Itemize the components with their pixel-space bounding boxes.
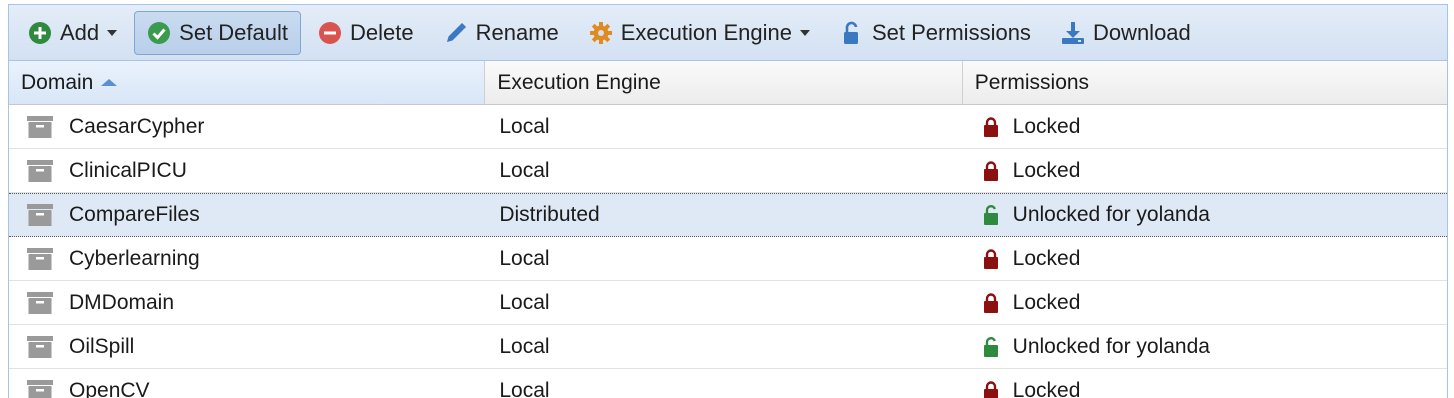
table-row[interactable]: OilSpill Local Unlocked for yolanda (9, 325, 1447, 369)
set-default-button-label: Set Default (179, 19, 288, 45)
domain-cell: OpenCV (9, 369, 485, 398)
unlock-icon (983, 336, 999, 357)
chevron-down-icon (799, 29, 810, 36)
domain-cell: DMDomain (9, 281, 485, 324)
execution-engine-cell: Local (485, 369, 962, 398)
table-row[interactable]: CaesarCypher Local Locked (9, 105, 1447, 149)
permissions-cell: Locked (963, 281, 1447, 324)
set-permissions-button-label: Set Permissions (871, 19, 1031, 45)
archive-box-icon (27, 247, 53, 270)
execution-engine-cell: Local (485, 281, 962, 324)
table-row[interactable]: OpenCV Local Locked (9, 369, 1447, 398)
archive-box-icon (27, 204, 53, 226)
domain-cell: ClinicalPICU (9, 149, 485, 192)
sort-ascending-icon (101, 79, 118, 86)
domain-cell: CompareFiles (9, 194, 485, 236)
download-button-label: Download (1092, 19, 1191, 45)
column-header-domain-label: Domain (21, 70, 94, 94)
column-header-domain[interactable]: Domain (9, 61, 486, 104)
permissions-cell: Locked (963, 237, 1447, 280)
rename-button-label: Rename (475, 19, 559, 45)
column-header-execution-engine[interactable]: Execution Engine (485, 61, 963, 104)
execution-engine-value: Local (499, 114, 550, 138)
download-button[interactable]: Download (1048, 11, 1204, 55)
permission-status: Locked (1012, 290, 1081, 314)
permission-status: Unlocked for yolanda (1012, 203, 1210, 226)
check-circle-icon (147, 21, 171, 45)
execution-engine-cell: Local (485, 149, 962, 192)
lock-icon (983, 380, 999, 398)
table-row[interactable]: DMDomain Local Locked (9, 281, 1447, 325)
execution-engine-cell: Distributed (485, 194, 962, 236)
domain-name: OpenCV (69, 378, 150, 398)
domain-cell: Cyberlearning (9, 237, 485, 280)
domain-cell: CaesarCypher (9, 105, 485, 148)
domain-name: DMDomain (69, 290, 175, 314)
unlock-icon (840, 21, 864, 45)
table-row[interactable]: ClinicalPICU Local Locked (9, 149, 1447, 193)
permission-status: Locked (1012, 246, 1081, 270)
permission-status: Locked (1012, 158, 1081, 182)
lock-icon (983, 116, 999, 137)
table-body: CaesarCypher Local Locked ClinicalPICU Local… (9, 105, 1447, 398)
execution-engine-value: Local (499, 158, 550, 182)
permissions-cell: Unlocked for yolanda (963, 194, 1447, 236)
permissions-cell: Locked (963, 149, 1447, 192)
table-row[interactable]: CompareFiles Distributed Unlocked for yola… (9, 193, 1447, 237)
archive-box-icon (27, 379, 53, 398)
lock-icon (983, 248, 999, 269)
execution-engine-button[interactable]: Execution Engine (576, 11, 823, 55)
permission-status: Locked (1012, 378, 1081, 398)
domain-name: CaesarCypher (69, 114, 205, 138)
permission-status: Locked (1012, 114, 1081, 138)
execution-engine-button-label: Execution Engine (620, 19, 792, 45)
table-row[interactable]: Cyberlearning Local Locked (9, 237, 1447, 281)
domain-name: ClinicalPICU (69, 158, 187, 182)
unlock-icon (983, 205, 999, 225)
rename-button[interactable]: Rename (431, 11, 572, 55)
domain-cell: OilSpill (9, 325, 485, 368)
execution-engine-cell: Local (485, 325, 962, 368)
execution-engine-value: Local (499, 290, 550, 314)
gear-icon (589, 21, 613, 45)
minus-circle-icon (318, 21, 342, 45)
execution-engine-cell: Local (485, 237, 962, 280)
add-button-label: Add (60, 19, 100, 45)
delete-button-label: Delete (350, 19, 414, 45)
lock-icon (983, 160, 999, 181)
archive-box-icon (27, 115, 53, 138)
domain-name: OilSpill (69, 334, 135, 358)
execution-engine-value: Local (499, 378, 550, 398)
archive-box-icon (27, 159, 53, 182)
domain-name: Cyberlearning (69, 246, 200, 270)
table-header: Domain Execution Engine Permissions (9, 61, 1447, 105)
archive-box-icon (27, 291, 53, 314)
permissions-cell: Locked (963, 105, 1447, 148)
pencil-icon (444, 21, 468, 45)
execution-engine-value: Local (499, 334, 550, 358)
column-header-permissions[interactable]: Permissions (962, 61, 1447, 104)
set-default-button[interactable]: Set Default (134, 10, 301, 55)
execution-engine-value: Local (499, 246, 550, 270)
column-header-execution-engine-label: Execution Engine (497, 70, 661, 94)
permission-status: Unlocked for yolanda (1012, 334, 1210, 358)
toolbar: Add Set Default Delete Rename Execution … (9, 5, 1447, 61)
delete-button[interactable]: Delete (305, 11, 427, 55)
permissions-cell: Unlocked for yolanda (963, 325, 1447, 368)
execution-engine-cell: Local (485, 105, 962, 148)
set-permissions-button[interactable]: Set Permissions (827, 11, 1044, 55)
add-button[interactable]: Add (15, 11, 130, 55)
archive-box-icon (27, 335, 53, 358)
execution-engine-value: Distributed (499, 203, 600, 226)
domains-panel: Add Set Default Delete Rename Execution … (8, 4, 1448, 398)
permissions-cell: Locked (963, 369, 1447, 398)
column-header-permissions-label: Permissions (974, 70, 1090, 94)
download-icon (1061, 21, 1085, 45)
lock-icon (983, 292, 999, 313)
domain-name: CompareFiles (69, 203, 200, 226)
plus-circle-icon (28, 21, 52, 45)
chevron-down-icon (107, 29, 118, 36)
